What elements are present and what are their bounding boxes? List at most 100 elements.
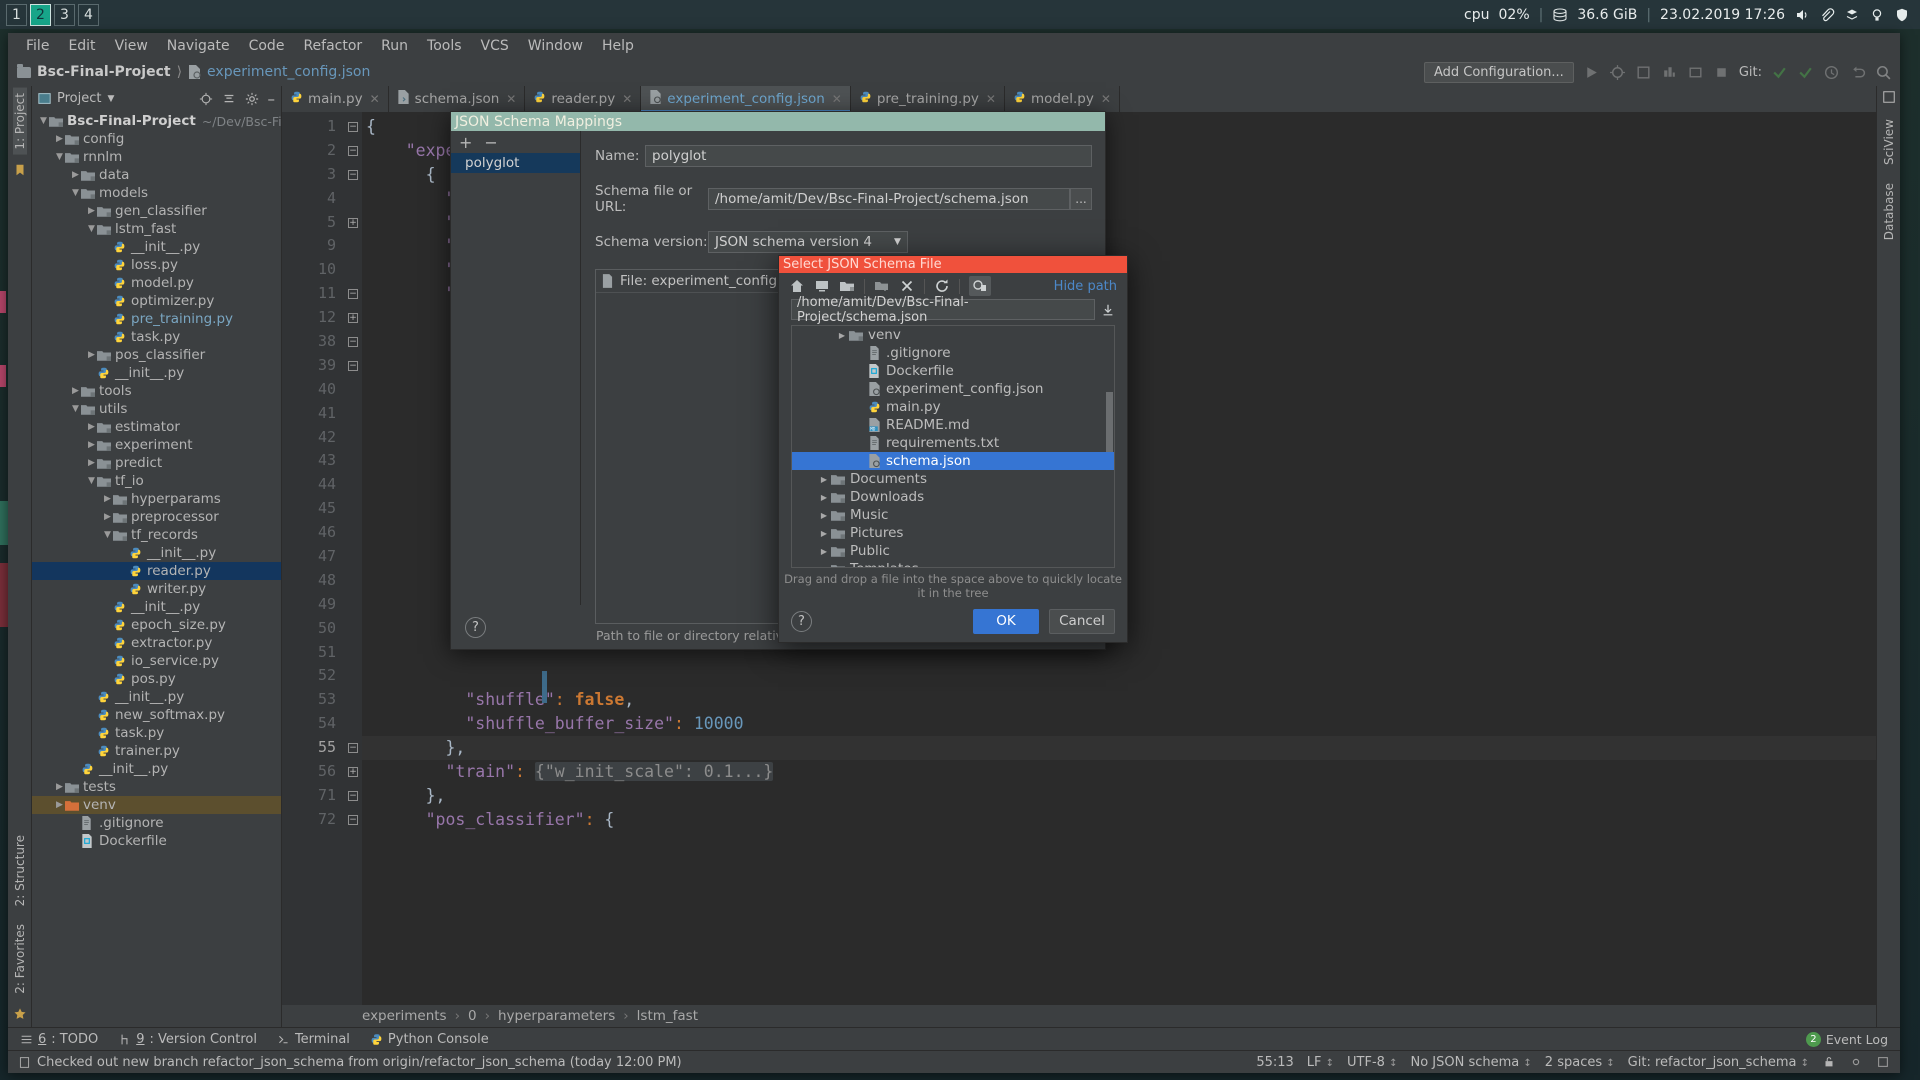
close-icon[interactable]: ✕ xyxy=(622,92,632,106)
desktop-icon[interactable] xyxy=(814,278,830,294)
indent-selector[interactable]: 2 spaces ↕ xyxy=(1545,1055,1615,1070)
tree-node-task-py[interactable]: task.py xyxy=(32,328,281,346)
fold-toggle[interactable] xyxy=(344,473,362,497)
close-icon[interactable]: ✕ xyxy=(370,92,380,106)
schema-version-select[interactable]: JSON schema version 4 ▼ xyxy=(708,231,908,253)
tree-node-bsc-final-project[interactable]: ▼Bsc-Final-Project~/Dev/Bsc-Final-Projec… xyxy=(32,112,281,130)
fold-toggle[interactable] xyxy=(344,688,362,712)
editor-breadcrumb-item[interactable]: lstm_fast xyxy=(637,1008,698,1024)
project-panel-title[interactable]: Project xyxy=(57,91,101,106)
refresh-icon[interactable] xyxy=(934,278,950,294)
tree-node-rnnlm[interactable]: ▼rnnlm xyxy=(32,148,281,166)
tree-twisty-icon[interactable]: ▶ xyxy=(102,494,113,504)
tree-twisty-icon[interactable]: ▼ xyxy=(54,152,65,162)
tree-node--init-py[interactable]: __init__.py xyxy=(32,364,281,382)
tree-node--init-py[interactable]: __init__.py xyxy=(32,544,281,562)
fold-collapse-icon[interactable]: − xyxy=(348,122,358,132)
file-tree-row-documents[interactable]: ▶Documents xyxy=(792,470,1114,488)
fold-toggle[interactable] xyxy=(344,497,362,521)
tree-node-lstm-fast[interactable]: ▼lstm_fast xyxy=(32,220,281,238)
fold-expand-icon[interactable]: + xyxy=(348,767,358,777)
workspace-2[interactable]: 2 xyxy=(30,4,51,26)
editor-breadcrumb-item[interactable]: 0 xyxy=(468,1008,477,1024)
schema-file-input[interactable]: /home/amit/Dev/Bsc-Final-Project/schema.… xyxy=(708,188,1070,210)
mapping-list-item-polyglot[interactable]: polyglot xyxy=(451,153,580,173)
ok-button[interactable]: OK xyxy=(973,609,1039,634)
tool-button-python-console[interactable]: Python Console xyxy=(370,1032,489,1047)
fold-collapse-icon[interactable]: − xyxy=(348,289,358,299)
json-schema-selector[interactable]: No JSON schema ↕ xyxy=(1410,1055,1531,1070)
add-mapping-button[interactable]: + xyxy=(459,133,472,152)
fold-toggle[interactable]: − xyxy=(344,282,362,306)
tree-node-tf-io[interactable]: ▼tf_io xyxy=(32,472,281,490)
workspace-switcher[interactable]: 1 2 3 4 xyxy=(0,4,99,26)
file-tree-row-requirements-txt[interactable]: requirements.txt xyxy=(792,434,1114,452)
fold-toggle[interactable] xyxy=(344,617,362,641)
search-icon[interactable] xyxy=(1875,64,1892,81)
tree-twisty-icon[interactable]: ▶ xyxy=(70,386,81,396)
tree-node-utils[interactable]: ▼utils xyxy=(32,400,281,418)
file-tree-twisty-icon[interactable]: ▶ xyxy=(818,529,830,538)
tree-node-predict[interactable]: ▶predict xyxy=(32,454,281,472)
menu-code[interactable]: Code xyxy=(240,36,294,56)
tree-node-gen-classifier[interactable]: ▶gen_classifier xyxy=(32,202,281,220)
editor-tab-experiment-config-json[interactable]: experiment_config.json✕ xyxy=(641,86,851,112)
tree-node-epoch-size-py[interactable]: epoch_size.py xyxy=(32,616,281,634)
file-tree-row-dockerfile[interactable]: Dockerfile xyxy=(792,362,1114,380)
chevron-down-icon[interactable]: ▼ xyxy=(107,94,114,104)
file-tree-row-venv[interactable]: ▶venv xyxy=(792,326,1114,344)
tree-twisty-icon[interactable]: ▼ xyxy=(70,188,81,198)
tree-node-pos-py[interactable]: pos.py xyxy=(32,670,281,688)
tree-node--init-py[interactable]: __init__.py xyxy=(32,688,281,706)
tree-node--init-py[interactable]: __init__.py xyxy=(32,238,281,256)
tree-node-preprocessor[interactable]: ▶preprocessor xyxy=(32,508,281,526)
volume-icon[interactable] xyxy=(1794,7,1810,23)
shield-icon[interactable] xyxy=(1894,7,1910,23)
editor-breadcrumb-item[interactable]: experiments xyxy=(362,1008,447,1024)
tree-twisty-icon[interactable]: ▶ xyxy=(54,782,65,792)
event-log-button[interactable]: 2 Event Log xyxy=(1806,1032,1900,1047)
code-line[interactable]: }, xyxy=(362,736,1876,760)
fold-collapse-icon[interactable]: − xyxy=(348,361,358,371)
close-icon[interactable]: ✕ xyxy=(832,92,842,106)
tree-twisty-icon[interactable]: ▼ xyxy=(86,224,97,234)
tree-twisty-icon[interactable]: ▼ xyxy=(86,476,97,486)
workspace-3[interactable]: 3 xyxy=(54,4,75,26)
tree-twisty-icon[interactable]: ▶ xyxy=(54,134,65,144)
stop-icon[interactable] xyxy=(1713,64,1730,81)
fold-toggle[interactable]: − xyxy=(344,736,362,760)
close-icon[interactable]: ✕ xyxy=(506,92,516,106)
rail-button-database[interactable]: Database xyxy=(1882,178,1896,245)
fold-collapse-icon[interactable]: − xyxy=(348,791,358,801)
fold-toggle[interactable]: + xyxy=(344,306,362,330)
name-input[interactable]: polyglot xyxy=(645,145,1092,167)
rail-button-sciview[interactable]: SciView xyxy=(1882,114,1896,170)
workspace-4[interactable]: 4 xyxy=(78,4,99,26)
rail-button-structure[interactable]: 2: Structure xyxy=(13,830,27,911)
tree-twisty-icon[interactable]: ▶ xyxy=(86,458,97,468)
tree-node--init-py[interactable]: __init__.py xyxy=(32,760,281,778)
tree-twisty-icon[interactable]: ▶ xyxy=(86,422,97,432)
tree-node-tf-records[interactable]: ▼tf_records xyxy=(32,526,281,544)
tree-node-reader-py[interactable]: reader.py xyxy=(32,562,281,580)
profile-icon[interactable] xyxy=(1661,64,1678,81)
fold-gutter[interactable]: −−−+−+−−−+−− xyxy=(344,112,362,1005)
browse-schema-file-button[interactable]: ... xyxy=(1070,188,1092,210)
breadcrumb-file[interactable]: experiment_config.json xyxy=(207,64,370,80)
git-update-icon[interactable] xyxy=(1771,64,1788,81)
tree-node-pre-training-py[interactable]: pre_training.py xyxy=(32,310,281,328)
tree-node-pos-classifier[interactable]: ▶pos_classifier xyxy=(32,346,281,364)
fold-collapse-icon[interactable]: − xyxy=(348,815,358,825)
tree-node-tests[interactable]: ▶tests xyxy=(32,778,281,796)
tree-node-trainer-py[interactable]: trainer.py xyxy=(32,742,281,760)
tree-node--init-py[interactable]: __init__.py xyxy=(32,598,281,616)
add-configuration-button[interactable]: Add Configuration... xyxy=(1424,62,1574,83)
fold-expand-icon[interactable]: + xyxy=(348,218,358,228)
tree-node-hyperparams[interactable]: ▶hyperparams xyxy=(32,490,281,508)
editor-tab-model-py[interactable]: model.py✕ xyxy=(1005,86,1120,112)
breadcrumb-project[interactable]: Bsc-Final-Project xyxy=(37,64,171,80)
tree-node-config[interactable]: ▶config xyxy=(32,130,281,148)
tree-twisty-icon[interactable]: ▶ xyxy=(86,440,97,450)
fold-toggle[interactable]: − xyxy=(344,115,362,139)
file-browser-tree[interactable]: ▶venv.gitignoreDockerfileexperiment_conf… xyxy=(791,325,1115,568)
